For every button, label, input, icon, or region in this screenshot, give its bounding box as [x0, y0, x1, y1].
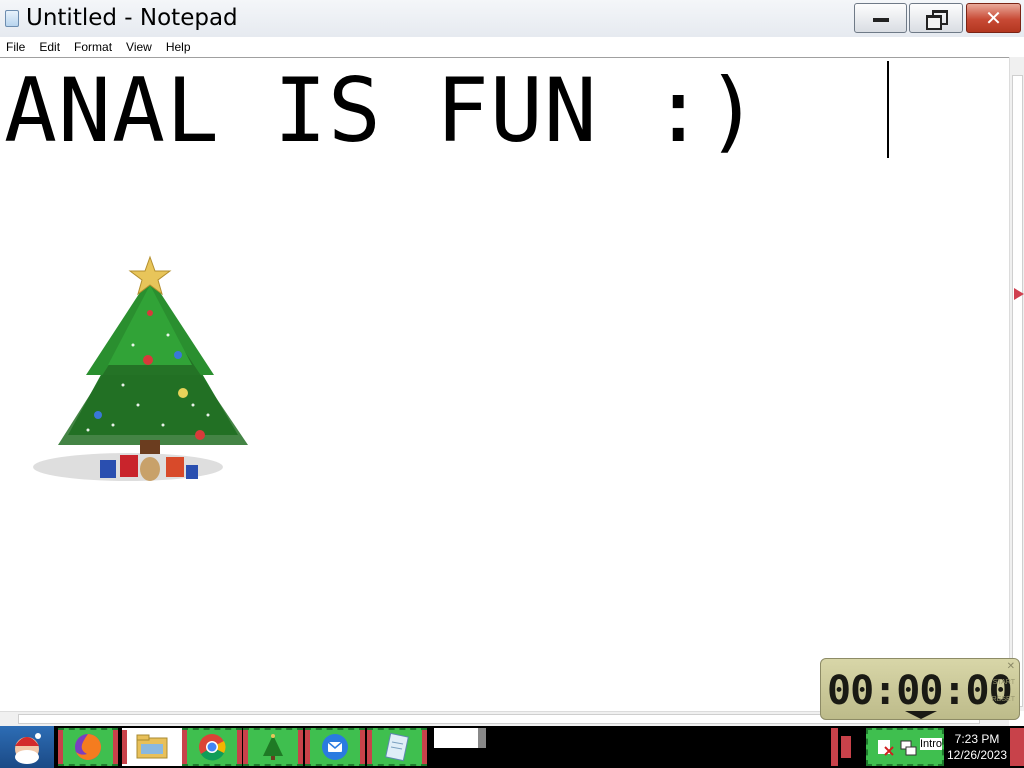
network-icon[interactable] [898, 738, 918, 758]
notepad-icon [385, 732, 409, 762]
start-button[interactable] [0, 726, 54, 768]
menu-help[interactable]: Help [159, 40, 198, 54]
timer-reset-button[interactable]: RESET [992, 696, 1015, 703]
clock-date: 12/26/2023 [946, 748, 1008, 762]
taskbar-separator [478, 728, 486, 748]
timer-expand-arrow-icon[interactable] [905, 711, 937, 719]
menu-file[interactable]: File [0, 40, 32, 54]
system-tray[interactable]: Intro [866, 728, 944, 766]
taskbar-clock[interactable]: 7:23 PM 12/26/2023 [944, 726, 1010, 768]
santa-icon [15, 733, 41, 764]
taskbar-chrome-button[interactable] [182, 728, 242, 766]
thunderbird-icon [322, 734, 348, 760]
editor-content[interactable]: ANAL IS FUN :) [4, 66, 760, 156]
close-icon: ✕ [985, 6, 1002, 30]
minimize-icon [872, 18, 889, 22]
firefox-icon [75, 734, 101, 760]
tray-flag-icon[interactable] [831, 728, 853, 766]
taskbar: Intro 7:23 PM 12/26/2023 [0, 726, 1024, 768]
title-bar[interactable]: Untitled - Notepad ✕ [0, 0, 1024, 37]
text-caret [887, 61, 889, 158]
taskbar-christmas-tree-button[interactable] [243, 728, 303, 766]
stopwatch-widget[interactable]: ✕ 00:00:00 START RESET [820, 658, 1020, 720]
christmas-tree-icon [263, 734, 283, 760]
window-title: Untitled - Notepad [26, 5, 238, 31]
taskbar-firefox-button[interactable] [58, 728, 118, 766]
vertical-scroll-thumb[interactable] [1012, 75, 1023, 707]
menu-format[interactable]: Format [67, 40, 119, 54]
close-button[interactable]: ✕ [966, 3, 1021, 33]
action-center-icon[interactable] [876, 738, 896, 758]
taskbar-file-explorer-button[interactable] [122, 728, 182, 766]
menu-edit[interactable]: Edit [32, 40, 67, 54]
taskbar-empty-slot[interactable] [434, 728, 478, 748]
timer-display: 00:00:00 [827, 668, 1013, 714]
taskbar-thunderbird-button[interactable] [305, 728, 365, 766]
file-explorer-icon [136, 734, 168, 759]
tray-intro-label: Intro [920, 738, 943, 750]
chrome-icon [199, 734, 226, 761]
christmas-tree-icon [33, 255, 248, 481]
restore-button[interactable] [909, 3, 963, 33]
clock-time: 7:23 PM [954, 732, 1000, 746]
timer-start-button[interactable]: START [993, 679, 1015, 686]
taskbar-notepad-button[interactable] [367, 728, 427, 766]
menu-view[interactable]: View [119, 40, 159, 54]
show-desktop-button[interactable] [1010, 728, 1024, 766]
notepad-icon [5, 10, 19, 27]
menu-bar: File Edit Format View Help [0, 37, 1024, 57]
cursor-arrow-icon [1014, 288, 1024, 300]
restore-icon [926, 10, 948, 30]
minimize-button[interactable] [854, 3, 907, 33]
vertical-scrollbar[interactable] [1009, 57, 1024, 711]
